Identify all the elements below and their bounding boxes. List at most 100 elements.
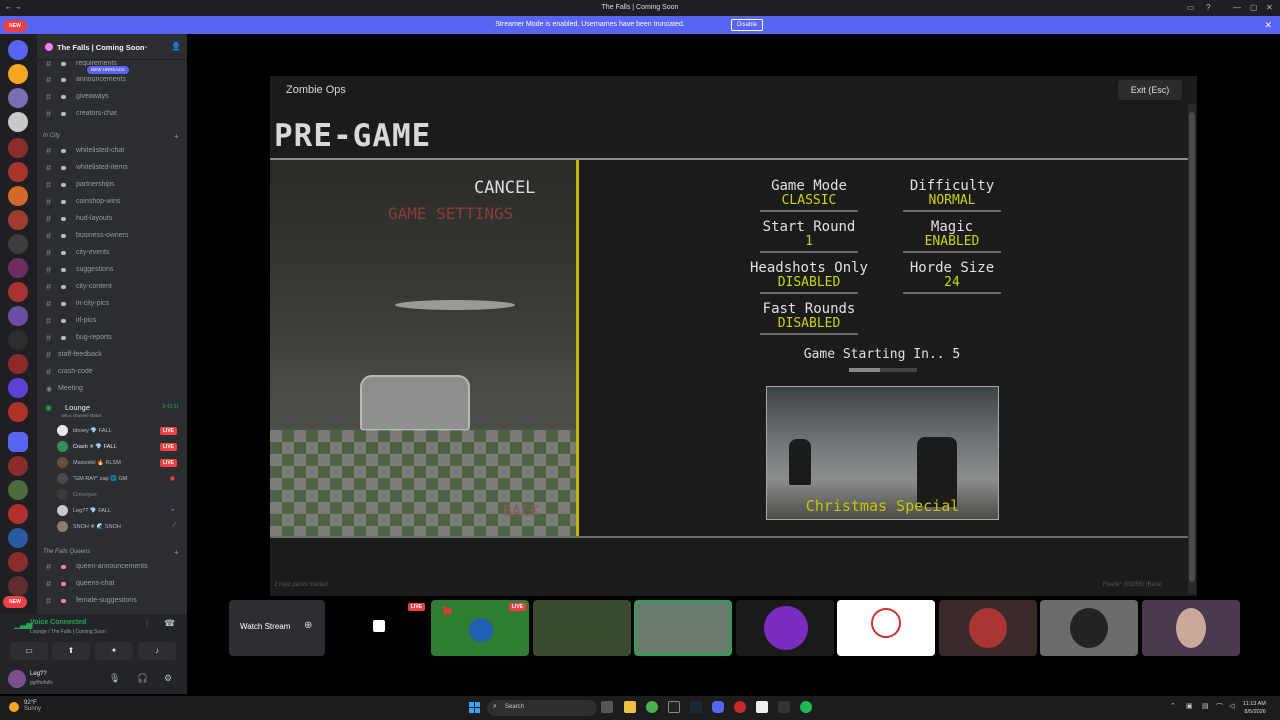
popout-icon[interactable]: ⊕ (304, 620, 312, 631)
back-button[interactable]: BACK (503, 502, 539, 520)
channel-whitelisted-items[interactable]: # whitelisted-items (37, 160, 187, 176)
headphones-icon[interactable]: 🎧 (137, 673, 148, 684)
voice-user[interactable]: SNOH ❄ 🌊 SNOH ⁄ (57, 519, 183, 535)
game-settings-button[interactable]: GAME SETTINGS (388, 204, 513, 223)
stream-tile[interactable] (939, 600, 1037, 656)
voice-user[interactable]: Crash ✳ 💎 FALL LIVE (57, 439, 183, 455)
home-icon[interactable] (8, 40, 28, 60)
stream-tile[interactable]: LIVE (330, 600, 428, 656)
help-icon[interactable]: ? (1206, 3, 1210, 12)
camera-button[interactable]: ▭ (10, 642, 48, 660)
banner-close-icon[interactable]: ✕ (1264, 20, 1272, 31)
channel-business-owners[interactable]: # business-owners (37, 228, 187, 244)
add-channel-icon[interactable]: + (174, 548, 179, 557)
server-icon[interactable] (8, 210, 28, 230)
channel-queens-chat[interactable]: # queens-chat (37, 576, 187, 592)
network-icon[interactable]: ▤ (1202, 702, 1209, 710)
server-icon[interactable] (8, 504, 28, 524)
server-icon[interactable] (8, 306, 28, 326)
voice-user[interactable]: Maiovskii 🔥 RLSM LIVE (57, 455, 183, 471)
activities-button[interactable]: ✦ (95, 642, 133, 660)
add-member-icon[interactable]: 👤 (171, 42, 181, 51)
category-the-falls-queens[interactable]: The Falls Queens + (43, 548, 179, 557)
stream-tile[interactable] (634, 600, 732, 656)
add-channel-icon[interactable]: + (174, 132, 179, 141)
server-icon[interactable] (8, 330, 28, 350)
server-icon[interactable] (8, 552, 28, 572)
disconnect-icon[interactable]: ☎ (164, 618, 175, 629)
channel-creators-chat[interactable]: # creators-chat (37, 106, 187, 122)
scrollbar[interactable] (1188, 104, 1196, 594)
channel-hud-layouts[interactable]: # hud-layouts (37, 211, 187, 227)
channel-city-events[interactable]: # city-events (37, 245, 187, 261)
wifi-icon[interactable]: ⌒ (1216, 702, 1223, 712)
voice-user[interactable]: bloxey 💎 FALL LIVE (57, 423, 183, 439)
channel-female-suggestions[interactable]: # female-suggestions (37, 593, 187, 609)
channel-queen-announcements[interactable]: # queen-announcements (37, 559, 187, 575)
voice-channel-meeting[interactable]: ◉ Meeting (37, 381, 187, 397)
server-icon[interactable] (8, 162, 28, 182)
server-icon[interactable] (8, 64, 28, 84)
steam-icon[interactable] (690, 701, 702, 713)
channel-announcements[interactable]: # announcements (37, 72, 187, 88)
server-icon[interactable] (8, 576, 28, 596)
channel-bug-reports[interactable]: # bug-reports (37, 330, 187, 346)
server-icon[interactable] (8, 234, 28, 254)
maximize-icon[interactable]: ▢ (1250, 3, 1258, 12)
app-icon[interactable] (778, 701, 790, 713)
server-icon[interactable] (8, 186, 28, 206)
server-icon[interactable] (8, 138, 28, 158)
cancel-button[interactable]: CANCEL (474, 178, 535, 198)
server-icon[interactable] (8, 480, 28, 500)
channel-coinshop-wins[interactable]: # coinshop-wins (37, 194, 187, 210)
stream-tile[interactable] (837, 600, 935, 656)
channel-in-city-pics[interactable]: # in-city-pics (37, 296, 187, 312)
windows-start-icon[interactable] (469, 702, 480, 713)
voice-user[interactable]: Leg?? 💎 FALL ◒ (57, 503, 183, 519)
voice-user[interactable]: Cmunyun (57, 487, 183, 503)
setting-horde-size[interactable]: Horde Size 24 (867, 260, 1037, 294)
folder-icon[interactable] (8, 432, 28, 452)
stream-tile[interactable] (1142, 600, 1240, 656)
server-icon[interactable] (8, 456, 28, 476)
channel-city-content[interactable]: # city-content (37, 279, 187, 295)
channel-giveaways[interactable]: # giveaways (37, 89, 187, 105)
discord-icon[interactable] (712, 701, 724, 713)
stream-tile[interactable] (736, 600, 834, 656)
app-icon[interactable] (668, 701, 680, 713)
server-icon[interactable] (8, 112, 28, 132)
server-icon[interactable] (8, 282, 28, 302)
voice-channel-lounge[interactable]: ◉ Lounge Set a channel status 9:43:31 (41, 402, 183, 420)
close-icon[interactable]: ✕ (1266, 3, 1273, 12)
stream-tile[interactable] (1040, 600, 1138, 656)
taskbar-search[interactable]: ⌕ Search (487, 700, 597, 716)
task-view-icon[interactable] (601, 701, 613, 713)
app-icon[interactable] (734, 701, 746, 713)
file-explorer-icon[interactable] (624, 701, 636, 713)
setting-fast-rounds[interactable]: Fast Rounds DISABLED (724, 301, 894, 335)
server-icon[interactable] (8, 402, 28, 422)
server-icon[interactable] (8, 88, 28, 108)
channel-crash-code[interactable]: # crash-code (37, 364, 187, 380)
screen-share-button[interactable]: ⬆ (52, 642, 90, 660)
voice-user[interactable]: "GM RAY" zap 🌐 GM ◼ (57, 471, 183, 487)
spotify-icon[interactable] (800, 701, 812, 713)
chrome-icon[interactable] (646, 701, 658, 713)
stream-tile[interactable]: ⚑ LIVE (431, 600, 529, 656)
disable-button[interactable]: Disable (731, 19, 764, 31)
category-in-city[interactable]: In City + (43, 132, 179, 141)
microphone-icon[interactable]: 🎙 (109, 673, 120, 684)
notepad-icon[interactable] (756, 701, 768, 713)
settings-gear-icon[interactable]: ⚙ (164, 673, 172, 684)
server-icon[interactable] (8, 354, 28, 374)
tray-app-icon[interactable]: ▣ (1186, 702, 1193, 710)
soundboard-button[interactable]: ♪ (138, 642, 176, 660)
server-icon[interactable] (8, 528, 28, 548)
tray-chevron-icon[interactable]: ⌃ (1170, 702, 1176, 710)
channel-staff-feedback[interactable]: # staff-feedback (37, 347, 187, 363)
inbox-icon[interactable]: ▭ (1187, 3, 1195, 12)
avatar[interactable] (8, 670, 26, 688)
setting-difficulty[interactable]: Difficulty NORMAL (867, 178, 1037, 212)
weather-widget[interactable]: 92°F Sunny (24, 700, 41, 712)
channel-whitelisted-chat[interactable]: # whitelisted-chat (37, 143, 187, 159)
